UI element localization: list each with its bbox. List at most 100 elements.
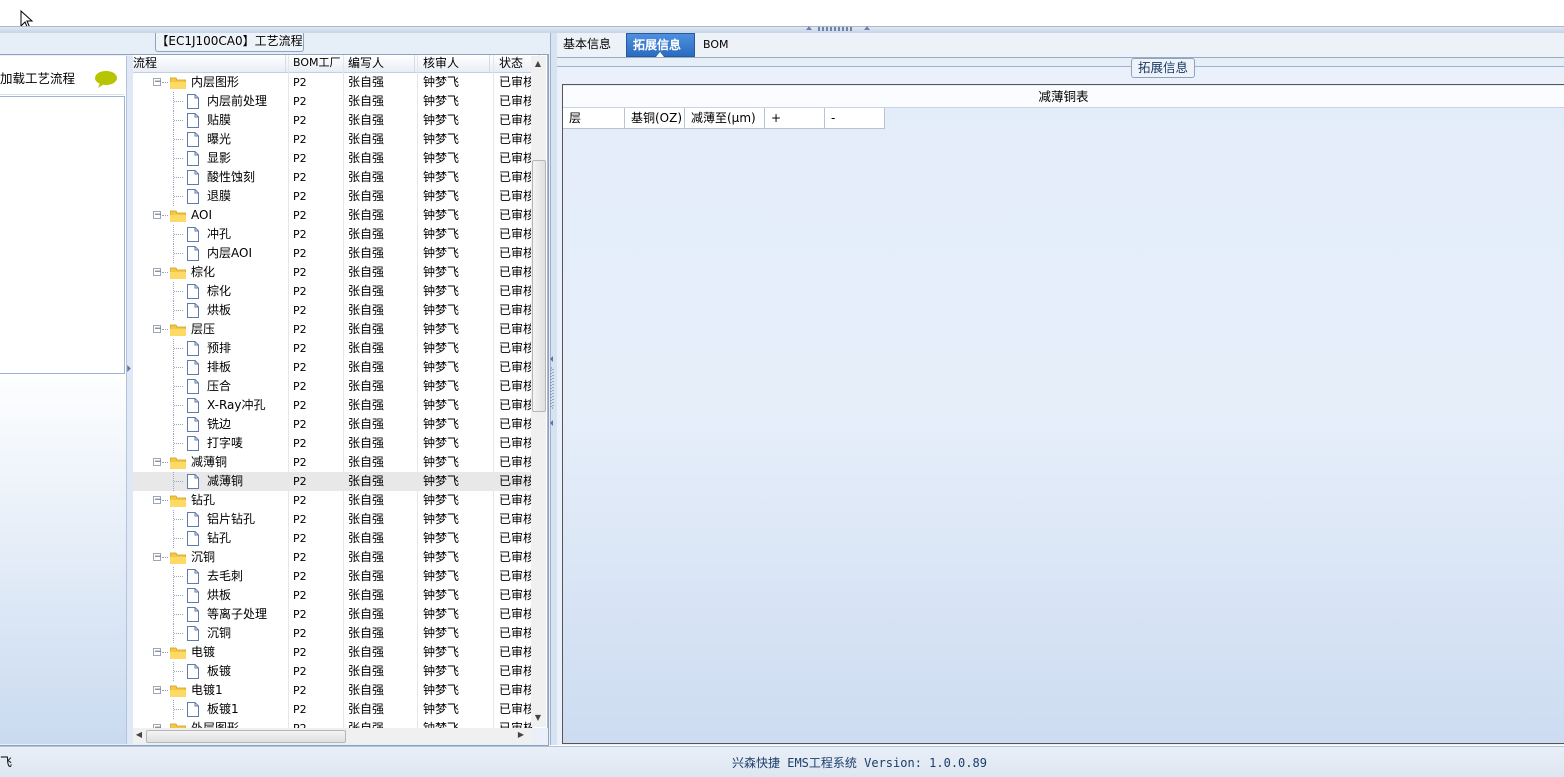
collapse-toggle-icon[interactable]: −	[153, 458, 162, 467]
col-header-base-copper[interactable]: 基铜(OZ)	[625, 108, 685, 129]
tree-step-row[interactable]: 减薄铜 P2 张自强 钟梦飞 已审核	[133, 472, 533, 491]
tree-step-row[interactable]: 预排 P2 张自强 钟梦飞 已审核	[133, 339, 533, 358]
tree-step-row[interactable]: 排板 P2 张自强 钟梦飞 已审核	[133, 358, 533, 377]
bom-factory-cell: P2	[293, 380, 307, 393]
tree-step-row[interactable]: 压合 P2 张自强 钟梦飞 已审核	[133, 377, 533, 396]
tree-connector	[174, 177, 183, 178]
status-cell: 已审核	[499, 721, 533, 728]
scroll-up-arrow-icon[interactable]: ▲	[532, 58, 544, 70]
collapse-toggle-icon[interactable]: −	[153, 686, 162, 695]
collapse-toggle-icon[interactable]: −	[153, 211, 162, 220]
tree-step-row[interactable]: 曝光 P2 张自强 钟梦飞 已审核	[133, 130, 533, 149]
scroll-down-arrow-icon[interactable]: ▼	[532, 712, 544, 724]
bom-factory-cell: P2	[293, 133, 307, 146]
chat-bubble-icon[interactable]	[94, 70, 118, 88]
col-header-flow[interactable]: 流程	[133, 55, 286, 72]
flow-cell: 铝片钻孔	[133, 510, 287, 529]
active-tab-indicator-icon	[656, 52, 664, 57]
splitter-collapse-left-icon[interactable]	[806, 26, 812, 30]
main-splitter-grip-icon[interactable]	[550, 356, 554, 426]
scroll-right-arrow-icon[interactable]: ▶	[515, 729, 527, 741]
tree-group-row[interactable]: − 电镀 P2 张自强 钟梦飞 已审核	[133, 643, 533, 662]
tree-group-row[interactable]: − 层压 P2 张自强 钟梦飞 已审核	[133, 320, 533, 339]
checker-cell: 钟梦飞	[423, 94, 460, 108]
writer-cell: 张自强	[348, 303, 385, 317]
tree-step-row[interactable]: 显影 P2 张自强 钟梦飞 已审核	[133, 149, 533, 168]
tab-bom[interactable]: BOM	[697, 33, 735, 57]
tree-step-row[interactable]: 酸性蚀刻 P2 张自强 钟梦飞 已审核	[133, 168, 533, 187]
tree-step-row[interactable]: 冲孔 P2 张自强 钟梦飞 已审核	[133, 225, 533, 244]
bom-factory-cell: P2	[293, 719, 347, 728]
col-header-layer[interactable]: 层	[563, 108, 625, 129]
collapse-toggle-icon[interactable]: −	[153, 78, 162, 87]
tree-step-row[interactable]: 棕化 P2 张自强 钟梦飞 已审核	[133, 282, 533, 301]
flow-cell: 等离子处理	[133, 605, 287, 624]
tree-group-row[interactable]: − 减薄铜 P2 张自强 钟梦飞 已审核	[133, 453, 533, 472]
splitter-grip-icon[interactable]	[818, 27, 854, 31]
tab-basic-info[interactable]: 基本信息	[557, 33, 617, 57]
checker-cell: 钟梦飞	[423, 322, 460, 336]
tree-step-row[interactable]: X-Ray冲孔 P2 张自强 钟梦飞 已审核	[133, 396, 533, 415]
col-header-thin-to[interactable]: 减薄至(μm)	[685, 108, 765, 129]
flow-name: 曝光	[207, 132, 232, 146]
vertical-scroll-thumb[interactable]	[532, 160, 546, 412]
tree-group-row[interactable]: −外层图形 P2张自强 钟梦飞 已审核	[133, 719, 533, 728]
tree-group-row[interactable]: − 棕化 P2 张自强 钟梦飞 已审核	[133, 263, 533, 282]
document-icon	[187, 189, 199, 204]
tree-step-row[interactable]: 烘板 P2 张自强 钟梦飞 已审核	[133, 301, 533, 320]
side-splitter-grip-icon[interactable]	[127, 365, 131, 435]
collapse-toggle-icon[interactable]: −	[153, 496, 162, 505]
tree-step-row[interactable]: 烘板 P2 张自强 钟梦飞 已审核	[133, 586, 533, 605]
status-cell: 已审核	[499, 569, 533, 583]
flow-name: 减薄铜	[207, 474, 244, 488]
flow-cell: − 沉铜	[133, 548, 287, 567]
horizontal-scroll-thumb[interactable]	[146, 730, 346, 743]
flow-name: 减薄铜	[191, 455, 228, 469]
flow-cell: 内层前处理	[133, 92, 287, 111]
tree-step-row[interactable]: 退膜 P2 张自强 钟梦飞 已审核	[133, 187, 533, 206]
tree-step-row[interactable]: 内层前处理 P2 张自强 钟梦飞 已审核	[133, 92, 533, 111]
collapse-toggle-icon[interactable]: −	[153, 553, 162, 562]
status-cell: 已审核	[499, 531, 533, 545]
status-cell: 已审核	[499, 626, 533, 640]
flow-name: 外层图形	[191, 721, 240, 728]
tree-group-row[interactable]: − 电镀1 P2 张自强 钟梦飞 已审核	[133, 681, 533, 700]
bom-factory-cell: P2	[293, 589, 307, 602]
tree-step-row[interactable]: 打字唛 P2 张自强 钟梦飞 已审核	[133, 434, 533, 453]
tree-group-row[interactable]: − 内层图形 P2 张自强 钟梦飞 已审核	[133, 73, 533, 92]
tree-step-row[interactable]: 板镀1 P2 张自强 钟梦飞 已审核	[133, 700, 533, 719]
flow-cell: 钻孔	[133, 529, 287, 548]
col-header-bom-factory[interactable]: BOM工厂	[289, 55, 344, 72]
tree-group-row[interactable]: − 钻孔 P2 张自强 钟梦飞 已审核	[133, 491, 533, 510]
tree-step-row[interactable]: 内层AOI P2 张自强 钟梦飞 已审核	[133, 244, 533, 263]
col-header-checker[interactable]: 核审人	[419, 55, 490, 72]
collapse-toggle-icon[interactable]: −	[153, 648, 162, 657]
tree-step-row[interactable]: 等离子处理 P2 张自强 钟梦飞 已审核	[133, 605, 533, 624]
flow-cell: 冲孔	[133, 225, 287, 244]
add-row-button[interactable]: +	[765, 108, 825, 129]
tree-group-row[interactable]: − 沉铜 P2 张自强 钟梦飞 已审核	[133, 548, 533, 567]
tree-step-row[interactable]: 钻孔 P2 张自强 钟梦飞 已审核	[133, 529, 533, 548]
checker-cell: 钟梦飞	[423, 569, 460, 583]
tree-step-row[interactable]: 去毛刺 P2 张自强 钟梦飞 已审核	[133, 567, 533, 586]
flow-name: 铣边	[207, 417, 232, 431]
tree-group-row[interactable]: − AOI P2 张自强 钟梦飞 已审核	[133, 206, 533, 225]
tree-step-row[interactable]: 沉铜 P2 张自强 钟梦飞 已审核	[133, 624, 533, 643]
splitter-collapse-right-icon[interactable]	[864, 26, 870, 30]
scroll-left-arrow-icon[interactable]: ◀	[133, 729, 145, 741]
status-cell: 已审核	[499, 113, 533, 127]
bom-factory-cell: P2	[293, 266, 307, 279]
collapse-toggle-icon[interactable]: −	[153, 325, 162, 334]
tree-connector	[174, 633, 183, 634]
flow-name: 冲孔	[207, 227, 232, 241]
flow-cell: − 外层图形	[133, 719, 287, 728]
tree-step-row[interactable]: 铣边 P2 张自强 钟梦飞 已审核	[133, 415, 533, 434]
collapse-toggle-icon[interactable]: −	[153, 268, 162, 277]
flow-name: 电镀	[191, 645, 216, 659]
col-header-writer[interactable]: 编写人	[344, 55, 415, 72]
tree-step-row[interactable]: 贴膜 P2 张自强 钟梦飞 已审核	[133, 111, 533, 130]
tree-step-row[interactable]: 铝片钻孔 P2 张自强 钟梦飞 已审核	[133, 510, 533, 529]
remove-row-button[interactable]: -	[825, 108, 885, 129]
bom-factory-cell: P2	[293, 627, 307, 640]
tree-step-row[interactable]: 板镀 P2 张自强 钟梦飞 已审核	[133, 662, 533, 681]
